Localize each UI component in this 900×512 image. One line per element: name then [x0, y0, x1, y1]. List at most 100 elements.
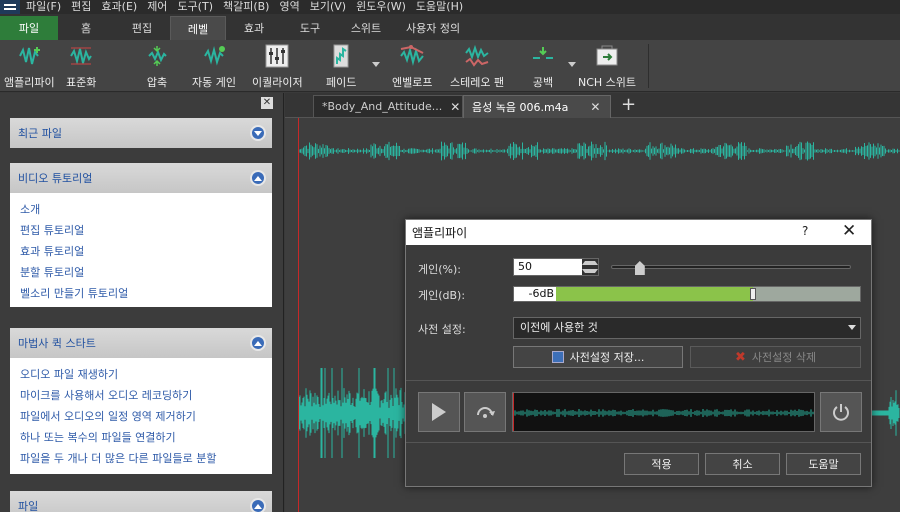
- menu-effects[interactable]: 효과(E): [101, 0, 137, 14]
- waveform-overview[interactable]: [299, 141, 900, 161]
- fade-dropdown-icon[interactable]: [372, 62, 380, 67]
- amplify-label: 앰플리파이: [4, 76, 55, 89]
- equalizer-icon: [264, 44, 290, 68]
- close-icon[interactable]: ✕: [590, 100, 600, 114]
- fade-label: 페이드: [326, 76, 357, 89]
- video-tutorials-header[interactable]: 비디오 튜토리얼: [10, 163, 272, 193]
- tab-document-1[interactable]: *Body_And_Attitude... ✕: [313, 95, 463, 118]
- list-item[interactable]: 하나 또는 복수의 파일들 연결하기: [20, 427, 262, 448]
- chevron-up-icon[interactable]: [250, 335, 266, 351]
- silence-button[interactable]: 공백: [530, 44, 556, 90]
- preview-waveform-graph: [513, 409, 814, 417]
- save-preset-button[interactable]: 사전설정 저장...: [513, 346, 683, 368]
- sidebar: ✕ 최근 파일 비디오 튜토리얼 소개 편집 튜토리얼 효과 튜토리얼 분할 튜…: [0, 93, 284, 512]
- menu-region[interactable]: 영역: [279, 0, 299, 14]
- menu-window[interactable]: 윈도우(W): [356, 0, 406, 14]
- silence-icon: [530, 44, 556, 68]
- preset-label: 사전 설정:: [418, 323, 466, 336]
- recent-files-header[interactable]: 최근 파일: [10, 118, 272, 148]
- tab-home[interactable]: 홈: [58, 16, 114, 40]
- equalizer-button[interactable]: 이퀄라이저: [252, 44, 303, 90]
- amplify-dialog: 앰플리파이 ? ✕ 게인(%): 50 게인(dB): -6dB 사전 설정: …: [405, 219, 872, 487]
- close-icon[interactable]: ✕: [450, 100, 460, 114]
- list-item[interactable]: 파일을 두 개나 더 많은 다른 파일들로 분할: [20, 448, 262, 469]
- stereo-pan-label: 스테레오 팬: [450, 76, 505, 89]
- reset-preview-button[interactable]: [820, 392, 862, 432]
- file-panel-header[interactable]: 파일: [10, 491, 272, 512]
- document-tabs: *Body_And_Attitude... ✕ 음성 녹음 006.m4a ✕ …: [285, 93, 900, 118]
- tab-levels[interactable]: 레벨: [170, 16, 226, 40]
- tab-document-2-label: 음성 녹음 006.m4a: [472, 101, 569, 114]
- dialog-title: 앰플리파이: [412, 226, 468, 240]
- help-button[interactable]: 도움말: [786, 453, 861, 475]
- nch-suite-button[interactable]: NCH 스위트: [578, 44, 636, 90]
- tab-customize[interactable]: 사용자 정의: [394, 16, 472, 40]
- loop-preview-button[interactable]: [464, 392, 506, 432]
- menu-help[interactable]: 도움말(H): [416, 0, 463, 14]
- tab-edit[interactable]: 편집: [114, 16, 170, 40]
- close-icon[interactable]: ✕: [842, 221, 856, 241]
- list-item[interactable]: 분할 튜토리얼: [20, 262, 262, 283]
- auto-gain-icon: [201, 44, 227, 68]
- toolbar-divider: [648, 44, 649, 88]
- wizard-quickstart-header[interactable]: 마법사 퀵 스타트: [10, 328, 272, 358]
- gain-slider-track[interactable]: [611, 265, 851, 269]
- normalize-button[interactable]: 표준화: [66, 44, 96, 90]
- stereo-pan-button[interactable]: 스테레오 팬: [450, 44, 504, 90]
- fade-button[interactable]: 페이드: [326, 44, 356, 90]
- menu-tools[interactable]: 도구(T): [177, 0, 213, 14]
- tab-file[interactable]: 파일: [0, 16, 58, 40]
- menu-edit[interactable]: 편집: [71, 0, 91, 14]
- list-item[interactable]: 소개: [20, 199, 262, 220]
- dialog-titlebar: 앰플리파이 ? ✕: [406, 220, 871, 245]
- add-tab-icon[interactable]: +: [621, 95, 636, 115]
- sidebar-close-icon[interactable]: ✕: [261, 97, 273, 109]
- menu-view[interactable]: 보기(V): [310, 0, 346, 14]
- preset-select[interactable]: 이전에 사용한 것: [513, 317, 861, 339]
- app-logo-icon[interactable]: [0, 0, 20, 14]
- gain-db-value[interactable]: -6dB: [514, 287, 556, 301]
- menu-bookmarks[interactable]: 책갈피(B): [223, 0, 270, 14]
- gain-percent-value[interactable]: 50: [514, 259, 582, 275]
- list-item[interactable]: 오디오 파일 재생하기: [20, 364, 262, 385]
- chevron-up-icon[interactable]: [250, 498, 266, 512]
- gain-db-thumb[interactable]: [749, 288, 756, 300]
- compress-button[interactable]: 압축: [144, 44, 170, 90]
- list-item[interactable]: 편집 튜토리얼: [20, 220, 262, 241]
- envelope-button[interactable]: 엔벨로프: [392, 44, 432, 90]
- amplify-button[interactable]: 앰플리파이: [4, 44, 55, 90]
- delete-preset-button[interactable]: ✖ 사전설정 삭제: [690, 346, 861, 368]
- chevron-down-icon[interactable]: [250, 125, 266, 141]
- tab-document-2[interactable]: 음성 녹음 006.m4a ✕: [463, 95, 611, 118]
- menu-control[interactable]: 제어: [147, 0, 167, 14]
- chevron-down-icon[interactable]: [848, 325, 856, 330]
- list-item[interactable]: 마이크를 사용해서 오디오 레코딩하기: [20, 385, 262, 406]
- list-item[interactable]: 벨소리 만들기 튜토리얼: [20, 283, 262, 304]
- menu-file[interactable]: 파일(F): [26, 0, 61, 14]
- list-item[interactable]: 효과 튜토리얼: [20, 241, 262, 262]
- stepper-up-icon[interactable]: [582, 259, 598, 267]
- equalizer-label: 이퀄라이저: [252, 76, 303, 89]
- tab-tools[interactable]: 도구: [282, 16, 338, 40]
- recent-files-panel: 최근 파일: [10, 118, 272, 148]
- cancel-button[interactable]: 취소: [705, 453, 780, 475]
- apply-button[interactable]: 적용: [624, 453, 699, 475]
- gain-percent-stepper[interactable]: 50: [513, 258, 599, 276]
- tab-suite[interactable]: 스위트: [338, 16, 394, 40]
- chevron-up-icon[interactable]: [250, 170, 266, 186]
- auto-gain-button[interactable]: 자동 게인: [192, 44, 236, 90]
- gain-slider-thumb[interactable]: [634, 261, 645, 275]
- list-item[interactable]: 파일에서 오디오의 일정 영역 제거하기: [20, 406, 262, 427]
- stepper-down-icon[interactable]: [582, 267, 598, 275]
- gain-db-bar[interactable]: -6dB: [513, 286, 861, 302]
- help-icon[interactable]: ?: [802, 224, 808, 238]
- file-panel: 파일: [10, 491, 272, 512]
- floppy-disk-icon: [551, 351, 564, 363]
- preview-waveform[interactable]: [512, 392, 815, 432]
- silence-dropdown-icon[interactable]: [568, 62, 576, 67]
- play-preview-button[interactable]: [418, 392, 460, 432]
- preset-select-value: 이전에 사용한 것: [520, 321, 598, 334]
- tab-effects[interactable]: 효과: [226, 16, 282, 40]
- auto-gain-label: 자동 게인: [192, 76, 236, 89]
- normalize-icon: [68, 44, 94, 68]
